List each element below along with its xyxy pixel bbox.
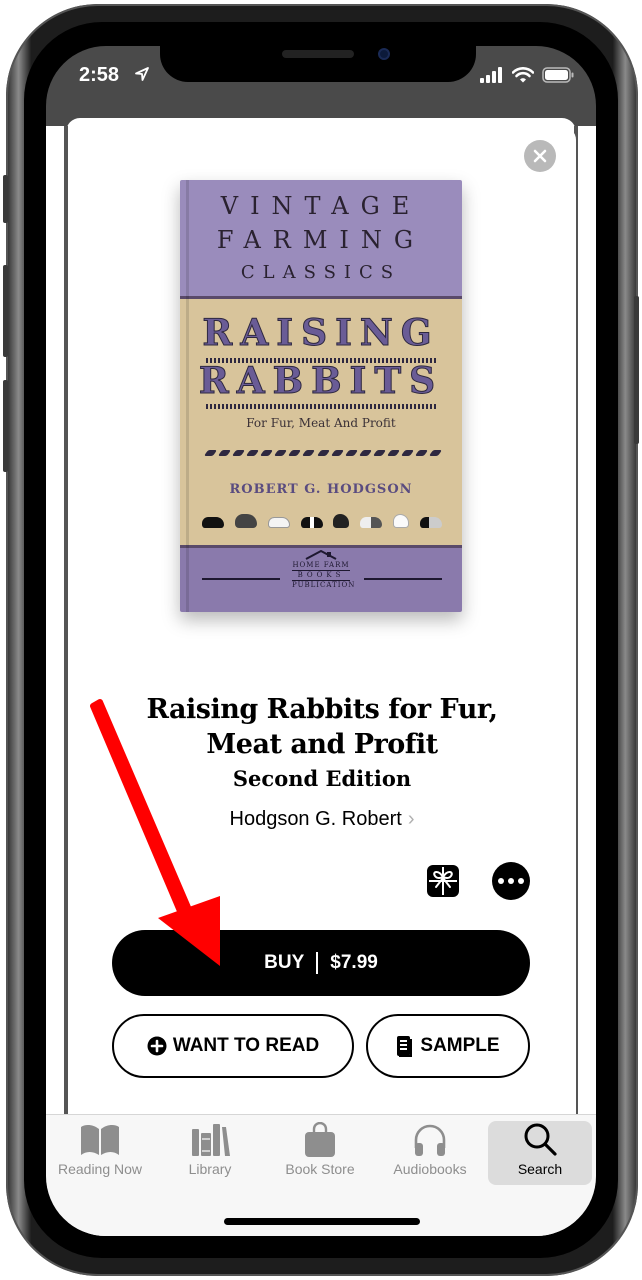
cover-author: ROBERT G. HODGSON [229, 482, 413, 497]
book-edition: Second Edition [232, 766, 412, 791]
cover-rule [206, 404, 436, 409]
publisher-line: HOME FARM [292, 561, 350, 569]
battery-icon [542, 67, 574, 83]
buy-label: BUY [264, 952, 305, 973]
tab-library[interactable]: Library [158, 1121, 262, 1185]
author-link[interactable]: Hodgson G. Robert › [68, 808, 576, 831]
status-bar: 2:58 [46, 46, 596, 106]
tab-label: Audiobooks [393, 1161, 467, 1177]
cover-subtitle: For Fur, Meat And Profit [246, 416, 396, 430]
publisher-line: BOOKS [292, 570, 350, 581]
more-dot [508, 878, 514, 884]
close-button[interactable] [524, 140, 556, 172]
house-logo-icon [305, 550, 337, 560]
mute-switch [3, 175, 8, 223]
wifi-icon [512, 67, 534, 83]
notch [160, 46, 476, 82]
cover-series-line: CLASSICS [240, 262, 402, 283]
book-title: Raising Rabbits for Fur, Meat and Profit [68, 692, 576, 762]
cover-series-line: FARMING [216, 226, 426, 254]
location-arrow-icon [135, 67, 149, 81]
tab-reading-now[interactable]: Reading Now [48, 1121, 152, 1185]
price-label: $7.99 [330, 952, 378, 973]
publisher-line: PUBLICATION [292, 581, 356, 589]
status-indicators [480, 67, 574, 83]
book-title-line: Meat and Profit [206, 729, 438, 760]
home-indicator[interactable] [224, 1218, 420, 1225]
power-button [634, 296, 639, 444]
search-icon [524, 1123, 557, 1156]
book-title-line: Raising Rabbits for Fur, [146, 694, 498, 725]
headphones-icon [414, 1124, 446, 1156]
close-icon [533, 149, 547, 163]
cover-series-line: VINTAGE [220, 192, 422, 220]
cover-vine-left [202, 578, 280, 580]
plus-circle-icon [147, 1036, 167, 1056]
sample-label: SAMPLE [420, 1035, 500, 1056]
front-camera [378, 48, 390, 60]
book-open-icon [81, 1124, 119, 1155]
more-dot [498, 878, 504, 884]
tab-book-store[interactable]: Book Store [268, 1121, 372, 1185]
tab-label: Search [517, 1161, 563, 1177]
more-options-button[interactable] [492, 862, 530, 900]
shopping-bag-icon [305, 1122, 335, 1157]
cover-publisher-band: HOME FARM BOOKS PUBLICATION [180, 548, 462, 612]
books-icon [192, 1124, 230, 1156]
tab-audiobooks[interactable]: Audiobooks [378, 1121, 482, 1185]
chevron-right-icon: › [407, 808, 415, 830]
sample-book-icon [396, 1035, 414, 1057]
more-dot [518, 878, 524, 884]
author-name: Hodgson G. Robert [229, 808, 402, 830]
tab-label: Reading Now [57, 1161, 143, 1177]
tab-label: Book Store [285, 1161, 355, 1177]
gift-button[interactable] [426, 864, 460, 898]
tab-label: Library [188, 1161, 232, 1177]
next-card-peek[interactable] [576, 126, 596, 1126]
status-time: 2:58 [79, 64, 120, 86]
book-cover[interactable]: VINTAGE FARMING CLASSICS RAISING RABBITS… [180, 180, 462, 612]
volume-down-button [3, 380, 8, 472]
buy-button[interactable]: BUY $7.99 [112, 930, 530, 996]
want-to-read-label: WANT TO READ [172, 1035, 320, 1056]
cover-rabbit-illustrations [202, 510, 442, 528]
cover-title-line: RAISING [202, 312, 440, 355]
sample-button[interactable]: SAMPLE [366, 1014, 530, 1078]
book-detail-sheet: VINTAGE FARMING CLASSICS RAISING RABBITS… [68, 126, 576, 1236]
screen: 2:58 VINTAGE FARMING CLASSICS RAISING RA… [46, 46, 596, 1236]
tab-search[interactable]: Search [488, 1121, 592, 1185]
speaker [282, 50, 354, 58]
volume-up-button [3, 265, 8, 357]
cover-ornament-row [203, 450, 443, 458]
cellular-signal-icon [480, 67, 502, 83]
buy-separator [316, 952, 319, 974]
cover-title-line: RABBITS [198, 360, 444, 403]
cover-vine-right [364, 578, 442, 580]
want-to-read-button[interactable]: WANT TO READ [112, 1014, 354, 1078]
cover-publisher: HOME FARM BOOKS PUBLICATION [292, 561, 356, 590]
